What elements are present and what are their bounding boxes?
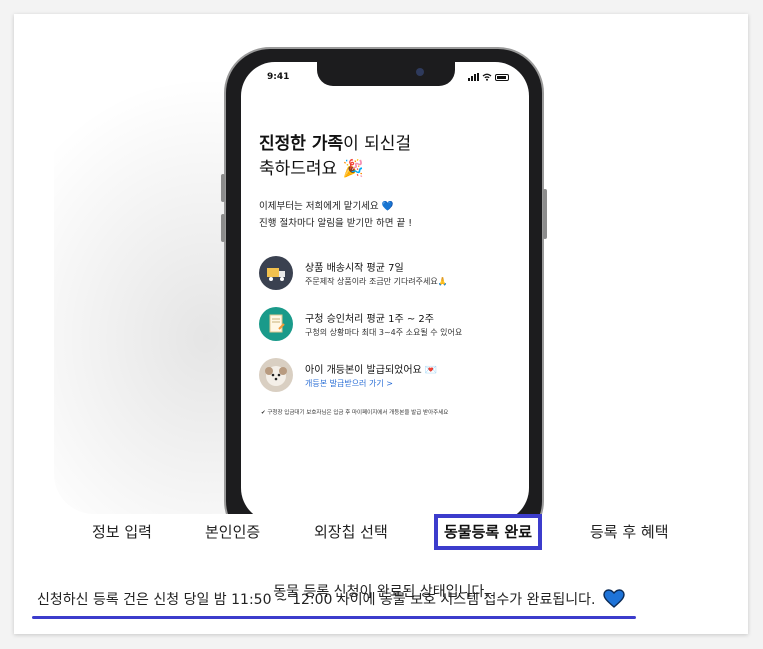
footnote: ✔ 구청장 입금대기 보호자님은 입금 후 마이페이지에서 개등본을 발급 받아…: [261, 410, 449, 416]
congrats-title: 진정한 가족이 되신걸 축하드려요 🎉: [259, 134, 412, 179]
heart-icon: [603, 589, 626, 608]
content-card: 9:41 진정한 가족이 되신걸 축하드려요 🎉 이제부터는 저희에게 맡기세요…: [14, 14, 748, 634]
step-approval: 구청 승인처리 평균 1주 ~ 2주 구청의 상황마다 최대 3~4주 소요될 …: [259, 307, 519, 347]
completion-detail: 신청하신 등록 건은 신청 당일 밤 11:50 ~ 12:00 사이에 동물 …: [37, 589, 626, 609]
battery-icon: [495, 73, 509, 81]
party-popper-icon: 🎉: [342, 159, 364, 179]
puppy-photo-icon: [259, 358, 293, 392]
tab-external-chip[interactable]: 외장칩 선택: [314, 514, 388, 550]
tab-registration-complete[interactable]: 동물등록 완료: [434, 514, 543, 550]
step-certificate: 아이 개등본이 발급되었어요 💌 개등본 발급받으러 가기 >: [259, 358, 519, 398]
certificate-link[interactable]: 개등본 발급받으러 가기 >: [305, 378, 393, 389]
guide-text: 이제부터는 저희에게 맡기세요 💙 진행 절차마다 알림을 받기만 하면 끝 !: [259, 201, 413, 229]
status-bar: 9:41: [267, 72, 509, 86]
status-time: 9:41: [267, 72, 290, 82]
blue-heart-icon: 💙: [381, 201, 394, 212]
phone-power-button: [543, 189, 547, 239]
tab-identity-verification[interactable]: 본인인증: [205, 514, 260, 550]
phone-side-button: [221, 174, 225, 202]
delivery-truck-icon: [259, 256, 293, 290]
scroll-indicator-bar: [32, 616, 636, 619]
tab-post-registration-benefits[interactable]: 등록 후 혜택: [590, 514, 669, 550]
phone-screen: 9:41 진정한 가족이 되신걸 축하드려요 🎉 이제부터는 저희에게 맡기세요…: [241, 62, 529, 522]
signal-icon: [468, 73, 479, 81]
phone-side-button: [221, 214, 225, 242]
step-tabs: 정보 입력 본인인증 외장칩 선택 동물등록 완료 등록 후 혜택: [14, 514, 748, 550]
wifi-icon: [482, 73, 492, 81]
tab-info-input[interactable]: 정보 입력: [92, 514, 152, 550]
document-pencil-icon: [259, 307, 293, 341]
step-delivery: 상품 배송시작 평균 7일 주문제작 상품이라 조금만 기다려주세요🙏: [259, 256, 519, 296]
